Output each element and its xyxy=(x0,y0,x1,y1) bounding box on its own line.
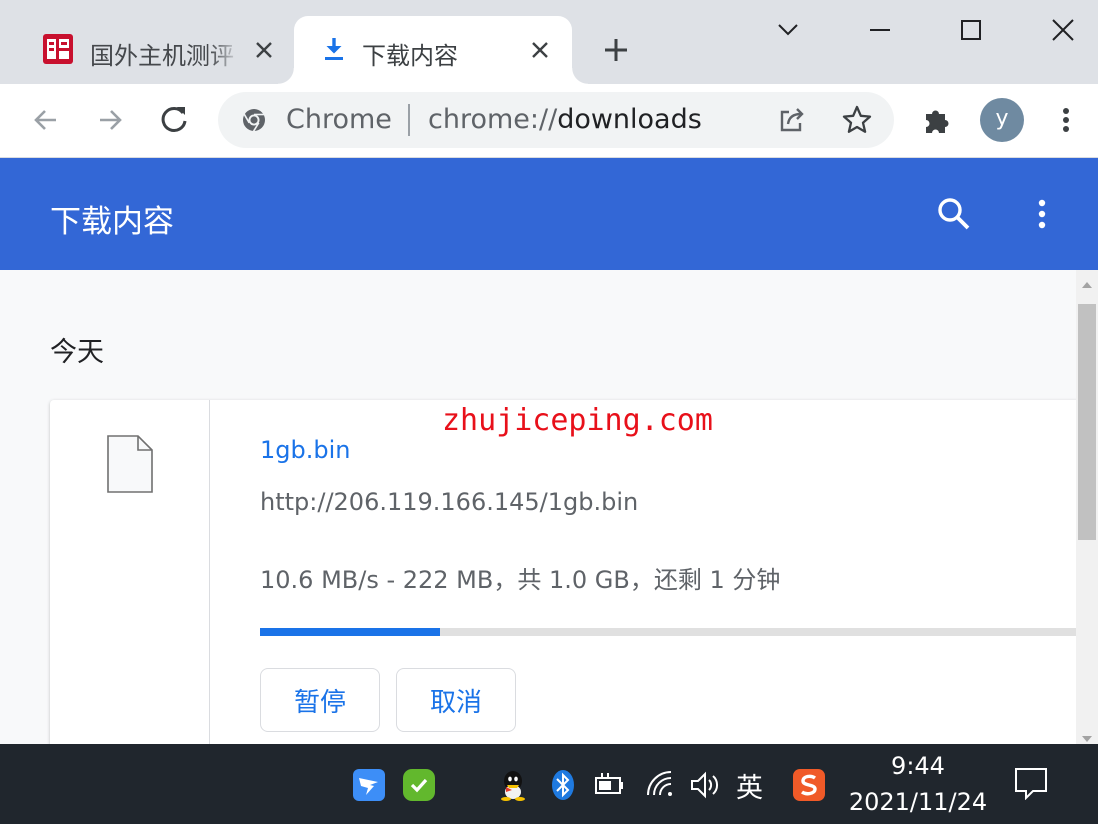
profile-avatar[interactable]: y xyxy=(980,98,1024,142)
chevron-down-icon[interactable] xyxy=(768,10,808,50)
window-close-icon[interactable] xyxy=(1043,10,1083,50)
forward-icon[interactable] xyxy=(92,102,128,138)
omnibox-chip-label: Chrome xyxy=(286,104,392,135)
battery-icon[interactable] xyxy=(592,768,626,802)
page-header: 下载内容 xyxy=(0,158,1098,270)
downloads-page: 下载内容 今天 1gb.bin http://206.119.166.145/1… xyxy=(0,158,1098,744)
more-vert-icon[interactable] xyxy=(1048,102,1084,138)
url-path: downloads xyxy=(557,104,702,135)
file-icon xyxy=(107,435,153,493)
download-item: 1gb.bin http://206.119.166.145/1gb.bin 1… xyxy=(50,400,1080,744)
tab-downloads[interactable]: 下载内容 xyxy=(278,16,588,84)
progress-bar-fill xyxy=(260,628,440,636)
section-date: 今天 xyxy=(50,337,104,368)
omnibox-url[interactable]: chrome://downloads xyxy=(428,106,702,134)
qq-icon[interactable] xyxy=(496,768,530,802)
tab-title: 下载内容 xyxy=(362,42,458,70)
omnibox[interactable]: Chrome chrome://downloads xyxy=(218,92,894,148)
share-icon[interactable] xyxy=(774,102,810,138)
progress-bar xyxy=(260,628,1076,636)
volume-icon[interactable] xyxy=(688,768,722,802)
page-title: 下载内容 xyxy=(50,204,174,240)
minimize-icon[interactable] xyxy=(860,10,900,50)
search-icon[interactable] xyxy=(934,194,974,234)
download-status: 10.6 MB/s - 222 MB，共 1.0 GB，还剩 1 分钟 xyxy=(260,566,781,594)
ime-indicator[interactable]: 英 xyxy=(736,766,763,805)
taskbar: 英 9:44 2021/11/24 xyxy=(0,744,1098,824)
tab-strip: 国外主机测评 下载内容 xyxy=(0,0,1098,84)
pause-button[interactable]: 暂停 xyxy=(260,668,380,732)
scroll-up-arrow[interactable] xyxy=(1082,282,1092,288)
sogou-icon[interactable] xyxy=(792,768,826,802)
extensions-icon[interactable] xyxy=(920,102,956,138)
notification-icon[interactable] xyxy=(1014,766,1048,800)
clock-time[interactable]: 9:44 xyxy=(850,752,986,780)
dingtalk-icon[interactable] xyxy=(352,768,386,802)
site-favicon xyxy=(43,34,73,64)
file-name-link[interactable]: 1gb.bin xyxy=(260,436,350,464)
tab-title: 国外主机测评 xyxy=(90,42,234,70)
wechat-icon[interactable] xyxy=(402,768,436,802)
clock-date[interactable]: 2021/11/24 xyxy=(846,788,990,816)
reload-icon[interactable] xyxy=(156,102,192,138)
file-url[interactable]: http://206.119.166.145/1gb.bin xyxy=(260,488,638,516)
download-icon xyxy=(325,38,343,60)
file-icon-column xyxy=(50,400,210,744)
maximize-icon[interactable] xyxy=(951,10,991,50)
chrome-logo-icon xyxy=(243,109,265,132)
scroll-down-arrow[interactable] xyxy=(1082,736,1092,742)
cancel-button[interactable]: 取消 xyxy=(396,668,516,732)
watermark-text: zhujiceping.com xyxy=(442,403,713,438)
tab-zhujiceping[interactable]: 国外主机测评 xyxy=(22,16,292,84)
toolbar: Chrome chrome://downloads y xyxy=(0,84,1098,158)
bluetooth-icon[interactable] xyxy=(546,768,580,802)
scrollbar[interactable] xyxy=(1076,270,1098,744)
new-tab-icon[interactable] xyxy=(600,34,632,66)
close-icon[interactable] xyxy=(252,38,276,62)
omnibox-separator xyxy=(408,104,410,136)
more-vert-icon[interactable] xyxy=(1022,194,1062,234)
close-icon[interactable] xyxy=(528,38,552,62)
wifi-icon[interactable] xyxy=(644,768,678,802)
star-icon[interactable] xyxy=(839,102,875,138)
back-icon[interactable] xyxy=(28,102,64,138)
scroll-thumb[interactable] xyxy=(1078,304,1096,540)
url-scheme: chrome:// xyxy=(428,104,558,135)
